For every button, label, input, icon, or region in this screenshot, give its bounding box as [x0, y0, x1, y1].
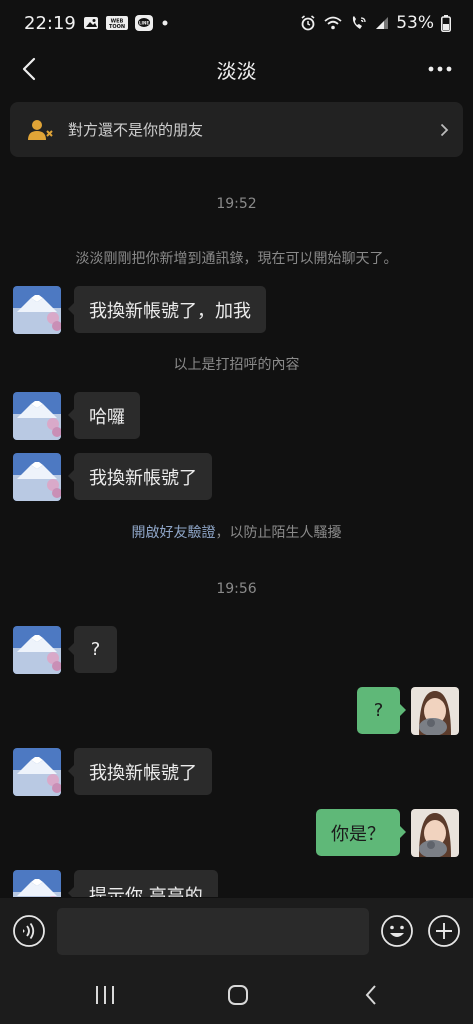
status-bar: 22:19 WEB TOON LINE 53%	[0, 0, 473, 46]
timestamp: 19:52	[216, 196, 257, 212]
message-bubble-incoming[interactable]: 提示你 高高的	[68, 870, 218, 897]
add-friend-icon	[28, 119, 54, 141]
voice-icon[interactable]	[11, 913, 47, 949]
more-dots-icon[interactable]	[425, 54, 455, 84]
user-avatar[interactable]	[411, 687, 459, 735]
recents-icon[interactable]	[85, 980, 125, 1010]
dot-icon	[160, 18, 170, 28]
contact-avatar[interactable]	[13, 626, 61, 674]
system-message: 淡淡剛剛把你新增到通訊錄，現在可以開始聊天了。	[75, 251, 398, 267]
banner-text: 對方還不是你的朋友	[68, 121, 204, 139]
contact-avatar[interactable]	[13, 748, 61, 796]
system-message-text: ，以防止陌生人騷擾	[215, 525, 342, 541]
chat-title: 淡淡	[216, 58, 257, 83]
system-message: 開啟好友驗證，以防止陌生人騷擾	[0, 522, 473, 542]
contact-avatar[interactable]	[13, 453, 61, 501]
chevron-right-icon	[440, 123, 449, 137]
contact-avatar[interactable]	[13, 392, 61, 440]
svg-text:LINE: LINE	[139, 21, 149, 26]
contact-avatar[interactable]	[13, 286, 61, 334]
contact-avatar[interactable]	[13, 870, 61, 897]
home-icon[interactable]	[218, 980, 258, 1010]
battery-icon	[441, 14, 451, 32]
wifi-icon	[323, 15, 343, 31]
signal-icon	[375, 16, 389, 30]
message-bubble-incoming[interactable]: 哈囉	[68, 392, 140, 439]
timestamp: 19:56	[216, 581, 257, 597]
gallery-icon	[83, 15, 99, 31]
system-message: 以上是打招呼的內容	[173, 357, 300, 373]
wifi-call-icon	[350, 15, 368, 31]
alarm-icon	[300, 15, 316, 31]
chevron-left-icon[interactable]	[16, 54, 42, 84]
message-bubble-incoming[interactable]: 我換新帳號了，加我	[68, 286, 266, 333]
svg-text:TOON: TOON	[109, 24, 125, 30]
message-bubble-incoming[interactable]: ?	[68, 626, 117, 673]
message-bubble-outgoing[interactable]: ?	[357, 687, 406, 734]
plus-icon[interactable]	[426, 913, 462, 949]
message-bubble-outgoing[interactable]: 你是？	[316, 809, 406, 856]
message-bubble-incoming[interactable]: 我換新帳號了	[68, 748, 212, 795]
not-friend-banner[interactable]: 對方還不是你的朋友	[10, 102, 463, 157]
back-icon[interactable]	[351, 980, 391, 1010]
input-bar	[0, 898, 473, 966]
user-avatar[interactable]	[411, 809, 459, 857]
chat-header: 淡淡	[0, 46, 473, 92]
line-icon: LINE	[134, 15, 153, 31]
status-time: 22:19	[24, 12, 76, 34]
chat-messages[interactable]: 19:52 淡淡剛剛把你新增到通訊錄，現在可以開始聊天了。 我換新帳號了，加我 …	[0, 157, 473, 897]
enable-verification-link[interactable]: 開啟好友驗證	[132, 525, 216, 541]
webtoon-icon: WEB TOON	[105, 15, 128, 31]
system-navigation-bar	[0, 966, 473, 1024]
emoji-icon[interactable]	[379, 913, 415, 949]
battery-percent: 53%	[396, 13, 434, 33]
message-bubble-incoming[interactable]: 我換新帳號了	[68, 453, 212, 500]
message-input[interactable]	[57, 908, 369, 955]
